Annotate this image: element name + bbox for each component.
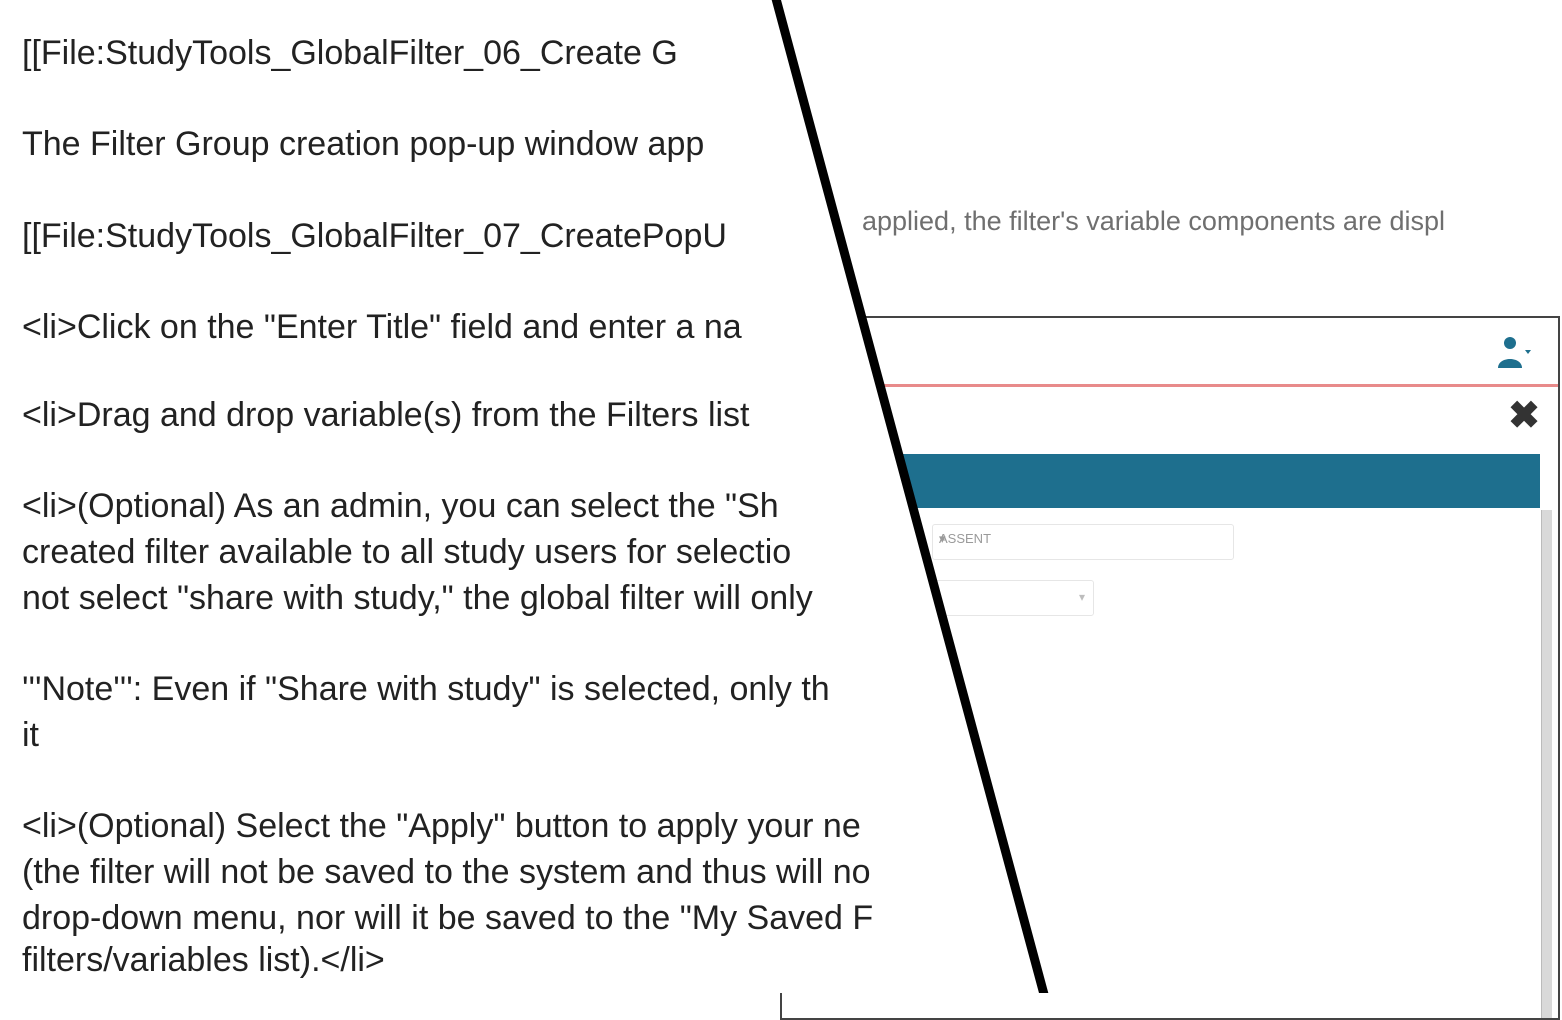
doc-line: filters/variables list).</li> [22,941,385,979]
popup-title-bar [802,454,1540,508]
doc-line: not select "share with study," the globa… [22,579,813,617]
doc-line: [[File:StudyTools_GlobalFilter_07_Create… [22,217,727,255]
secondary-dropdown-field[interactable]: ▾ [932,580,1094,616]
doc-line: The Filter Group creation pop-up window … [22,125,705,163]
scrollbar[interactable] [1541,510,1552,1018]
doc-line: '''Note''': Even if "Share with study" i… [22,670,830,708]
doc-line: drop-down menu, nor will it be saved to … [22,899,874,937]
chevron-down-icon: ▾ [1078,590,1085,604]
doc-line: <li>Click on the "Enter Title" field and… [22,308,742,346]
app-header [782,318,1558,387]
dropdown-field[interactable]: ASSENT ▾ [932,524,1234,560]
background-caption: applied, the filter's variable component… [862,206,1445,236]
user-icon[interactable] [1494,334,1534,370]
doc-line: created filter available to all study us… [22,533,792,571]
doc-line: <li>(Optional) Select the "Apply" button… [22,807,861,845]
doc-line: it [22,716,39,754]
doc-line: <li>Drag and drop variable(s) from the F… [22,396,750,434]
chevron-down-icon: ▾ [939,531,946,546]
doc-line: (the filter will not be saved to the sys… [22,853,871,891]
doc-line: [[File:StudyTools_GlobalFilter_06_Create… [22,34,678,72]
doc-line: <li>(Optional) As an admin, you can sele… [22,487,779,525]
close-icon[interactable]: ✖ [1504,396,1544,436]
